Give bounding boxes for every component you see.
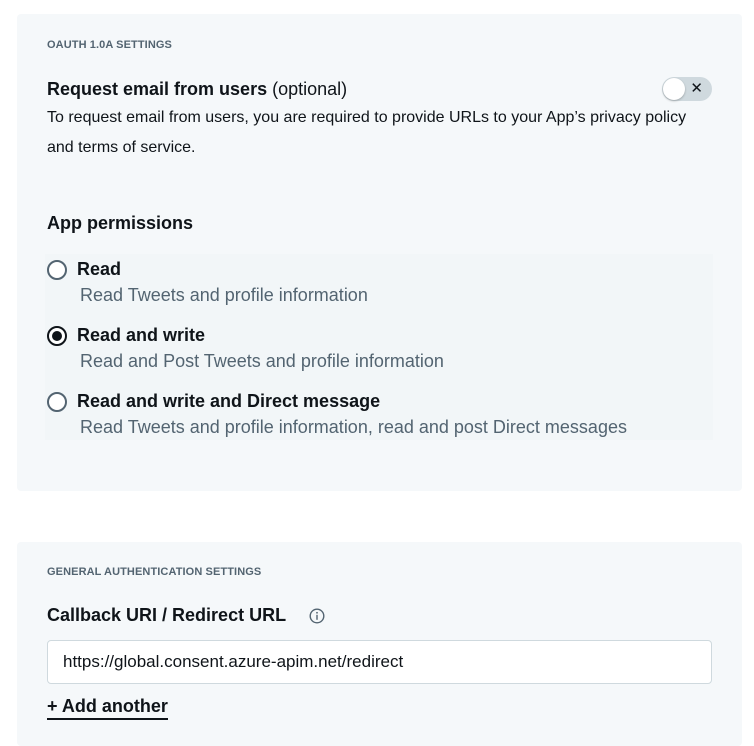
request-email-toggle[interactable]: ✕ (662, 77, 712, 101)
oauth-settings-card: OAUTH 1.0A SETTINGS Request email from u… (17, 14, 742, 491)
permission-description: Read Tweets and profile information, rea… (80, 417, 627, 437)
callback-url-input[interactable] (47, 640, 712, 684)
add-another-link[interactable]: + Add another (47, 696, 168, 720)
permission-description: Read and Post Tweets and profile informa… (80, 351, 444, 371)
permission-label: Read (77, 259, 122, 279)
toggle-knob (663, 78, 685, 100)
radio-read-write[interactable] (47, 326, 67, 346)
section-label-oauth: OAUTH 1.0A SETTINGS (47, 39, 172, 51)
permission-option-read-write-dm[interactable]: Read and write and Direct message Read T… (45, 386, 713, 446)
permissions-radio-group: Read Read Tweets and profile information… (45, 254, 713, 440)
radio-read[interactable] (47, 260, 67, 280)
close-icon: ✕ (690, 80, 703, 97)
radio-read-write-dm[interactable] (47, 392, 67, 412)
permission-label: Read and write and Direct message (77, 391, 381, 411)
permission-label: Read and write (77, 325, 206, 345)
section-label-general: GENERAL AUTHENTICATION SETTINGS (47, 566, 262, 578)
request-email-label: Request email from users (47, 79, 268, 99)
callback-url-title: Callback URI / Redirect URL (47, 605, 287, 625)
permission-option-read[interactable]: Read Read Tweets and profile information (45, 254, 713, 314)
request-email-title: Request email from users (optional) (47, 79, 347, 100)
request-email-description: To request email from users, you are req… (47, 109, 687, 156)
permission-description: Read Tweets and profile information (80, 285, 368, 305)
permission-option-read-write[interactable]: Read and write Read and Post Tweets and … (45, 320, 713, 380)
general-auth-settings-card: GENERAL AUTHENTICATION SETTINGS Callback… (17, 542, 742, 746)
info-icon[interactable] (309, 608, 325, 624)
app-permissions-title: App permissions (47, 213, 194, 233)
optional-label: (optional) (272, 79, 348, 99)
